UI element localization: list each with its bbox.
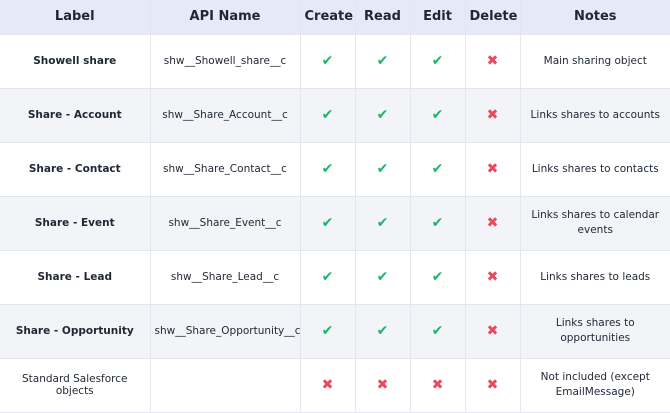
- column-header-read: Read: [355, 0, 411, 35]
- read-permission: ✔: [355, 304, 411, 359]
- api-name: shw__Share_Account__c: [150, 88, 301, 143]
- read-permission: ✔: [355, 250, 411, 305]
- table-row: Standard Salesforce objects ✖ ✖ ✖ ✖ Not …: [0, 358, 670, 413]
- check-icon: ✔: [376, 323, 389, 339]
- cross-icon: ✖: [486, 269, 499, 285]
- cross-icon: ✖: [486, 323, 499, 339]
- check-icon: ✔: [376, 107, 389, 123]
- api-name: shw__Share_Event__c: [150, 196, 301, 251]
- cross-icon: ✖: [486, 107, 499, 123]
- api-name: shw__Share_Contact__c: [150, 142, 301, 197]
- api-name: shw__Share_Lead__c: [150, 250, 301, 305]
- check-icon: ✔: [431, 107, 444, 123]
- read-permission: ✔: [355, 34, 411, 89]
- notes: Links shares to accounts: [520, 88, 670, 143]
- delete-permission: ✖: [465, 250, 521, 305]
- check-icon: ✔: [431, 53, 444, 69]
- table-row: Showell share shw__Showell_share__c ✔ ✔ …: [0, 34, 670, 89]
- api-name: shw__Showell_share__c: [150, 34, 301, 89]
- api-name: [150, 358, 301, 413]
- edit-permission: ✔: [410, 88, 466, 143]
- check-icon: ✔: [321, 323, 334, 339]
- object-label: Share - Event: [0, 196, 151, 251]
- column-header-create: Create: [300, 0, 356, 35]
- permissions-table: Label API Name Create Read Edit Delete N…: [0, 0, 670, 413]
- column-header-label: Label: [0, 0, 151, 35]
- notes: Links shares to opportunities: [520, 304, 670, 359]
- check-icon: ✔: [431, 215, 444, 231]
- create-permission: ✔: [300, 304, 356, 359]
- column-header-api-name: API Name: [150, 0, 301, 35]
- create-permission: ✔: [300, 142, 356, 197]
- edit-permission: ✔: [410, 304, 466, 359]
- read-permission: ✔: [355, 196, 411, 251]
- table-row: Share - Account shw__Share_Account__c ✔ …: [0, 88, 670, 143]
- check-icon: ✔: [321, 215, 334, 231]
- check-icon: ✔: [321, 161, 334, 177]
- object-label: Share - Account: [0, 88, 151, 143]
- object-label: Share - Contact: [0, 142, 151, 197]
- cross-icon: ✖: [486, 161, 499, 177]
- check-icon: ✔: [376, 269, 389, 285]
- notes: Not included (except EmailMessage): [520, 358, 670, 413]
- cross-icon: ✖: [431, 377, 444, 393]
- object-label: Standard Salesforce objects: [0, 358, 151, 413]
- check-icon: ✔: [376, 215, 389, 231]
- notes: Links shares to contacts: [520, 142, 670, 197]
- edit-permission: ✔: [410, 34, 466, 89]
- create-permission: ✔: [300, 196, 356, 251]
- check-icon: ✔: [321, 107, 334, 123]
- object-label: Share - Opportunity: [0, 304, 151, 359]
- edit-permission: ✔: [410, 250, 466, 305]
- notes: Links shares to leads: [520, 250, 670, 305]
- table-row: Share - Opportunity shw__Share_Opportuni…: [0, 304, 670, 359]
- delete-permission: ✖: [465, 358, 521, 413]
- check-icon: ✔: [431, 323, 444, 339]
- check-icon: ✔: [376, 53, 389, 69]
- create-permission: ✖: [300, 358, 356, 413]
- table-row: Share - Contact shw__Share_Contact__c ✔ …: [0, 142, 670, 197]
- check-icon: ✔: [431, 161, 444, 177]
- edit-permission: ✔: [410, 142, 466, 197]
- object-label: Share - Lead: [0, 250, 151, 305]
- header-row: Label API Name Create Read Edit Delete N…: [0, 0, 670, 35]
- table-row: Share - Lead shw__Share_Lead__c ✔ ✔ ✔ ✖ …: [0, 250, 670, 305]
- notes: Links shares to calendar events: [520, 196, 670, 251]
- create-permission: ✔: [300, 88, 356, 143]
- cross-icon: ✖: [486, 215, 499, 231]
- delete-permission: ✖: [465, 304, 521, 359]
- edit-permission: ✖: [410, 358, 466, 413]
- read-permission: ✖: [355, 358, 411, 413]
- read-permission: ✔: [355, 88, 411, 143]
- column-header-delete: Delete: [465, 0, 521, 35]
- check-icon: ✔: [321, 269, 334, 285]
- delete-permission: ✖: [465, 88, 521, 143]
- check-icon: ✔: [431, 269, 444, 285]
- delete-permission: ✖: [465, 196, 521, 251]
- column-header-edit: Edit: [410, 0, 466, 35]
- check-icon: ✔: [321, 53, 334, 69]
- cross-icon: ✖: [486, 377, 499, 393]
- edit-permission: ✔: [410, 196, 466, 251]
- check-icon: ✔: [376, 161, 389, 177]
- column-header-notes: Notes: [520, 0, 670, 35]
- api-name: shw__Share_Opportunity__c: [150, 304, 301, 359]
- object-label: Showell share: [0, 34, 151, 89]
- cross-icon: ✖: [321, 377, 334, 393]
- notes: Main sharing object: [520, 34, 670, 89]
- delete-permission: ✖: [465, 34, 521, 89]
- create-permission: ✔: [300, 34, 356, 89]
- cross-icon: ✖: [486, 53, 499, 69]
- cross-icon: ✖: [376, 377, 389, 393]
- create-permission: ✔: [300, 250, 356, 305]
- delete-permission: ✖: [465, 142, 521, 197]
- read-permission: ✔: [355, 142, 411, 197]
- table-row: Share - Event shw__Share_Event__c ✔ ✔ ✔ …: [0, 196, 670, 251]
